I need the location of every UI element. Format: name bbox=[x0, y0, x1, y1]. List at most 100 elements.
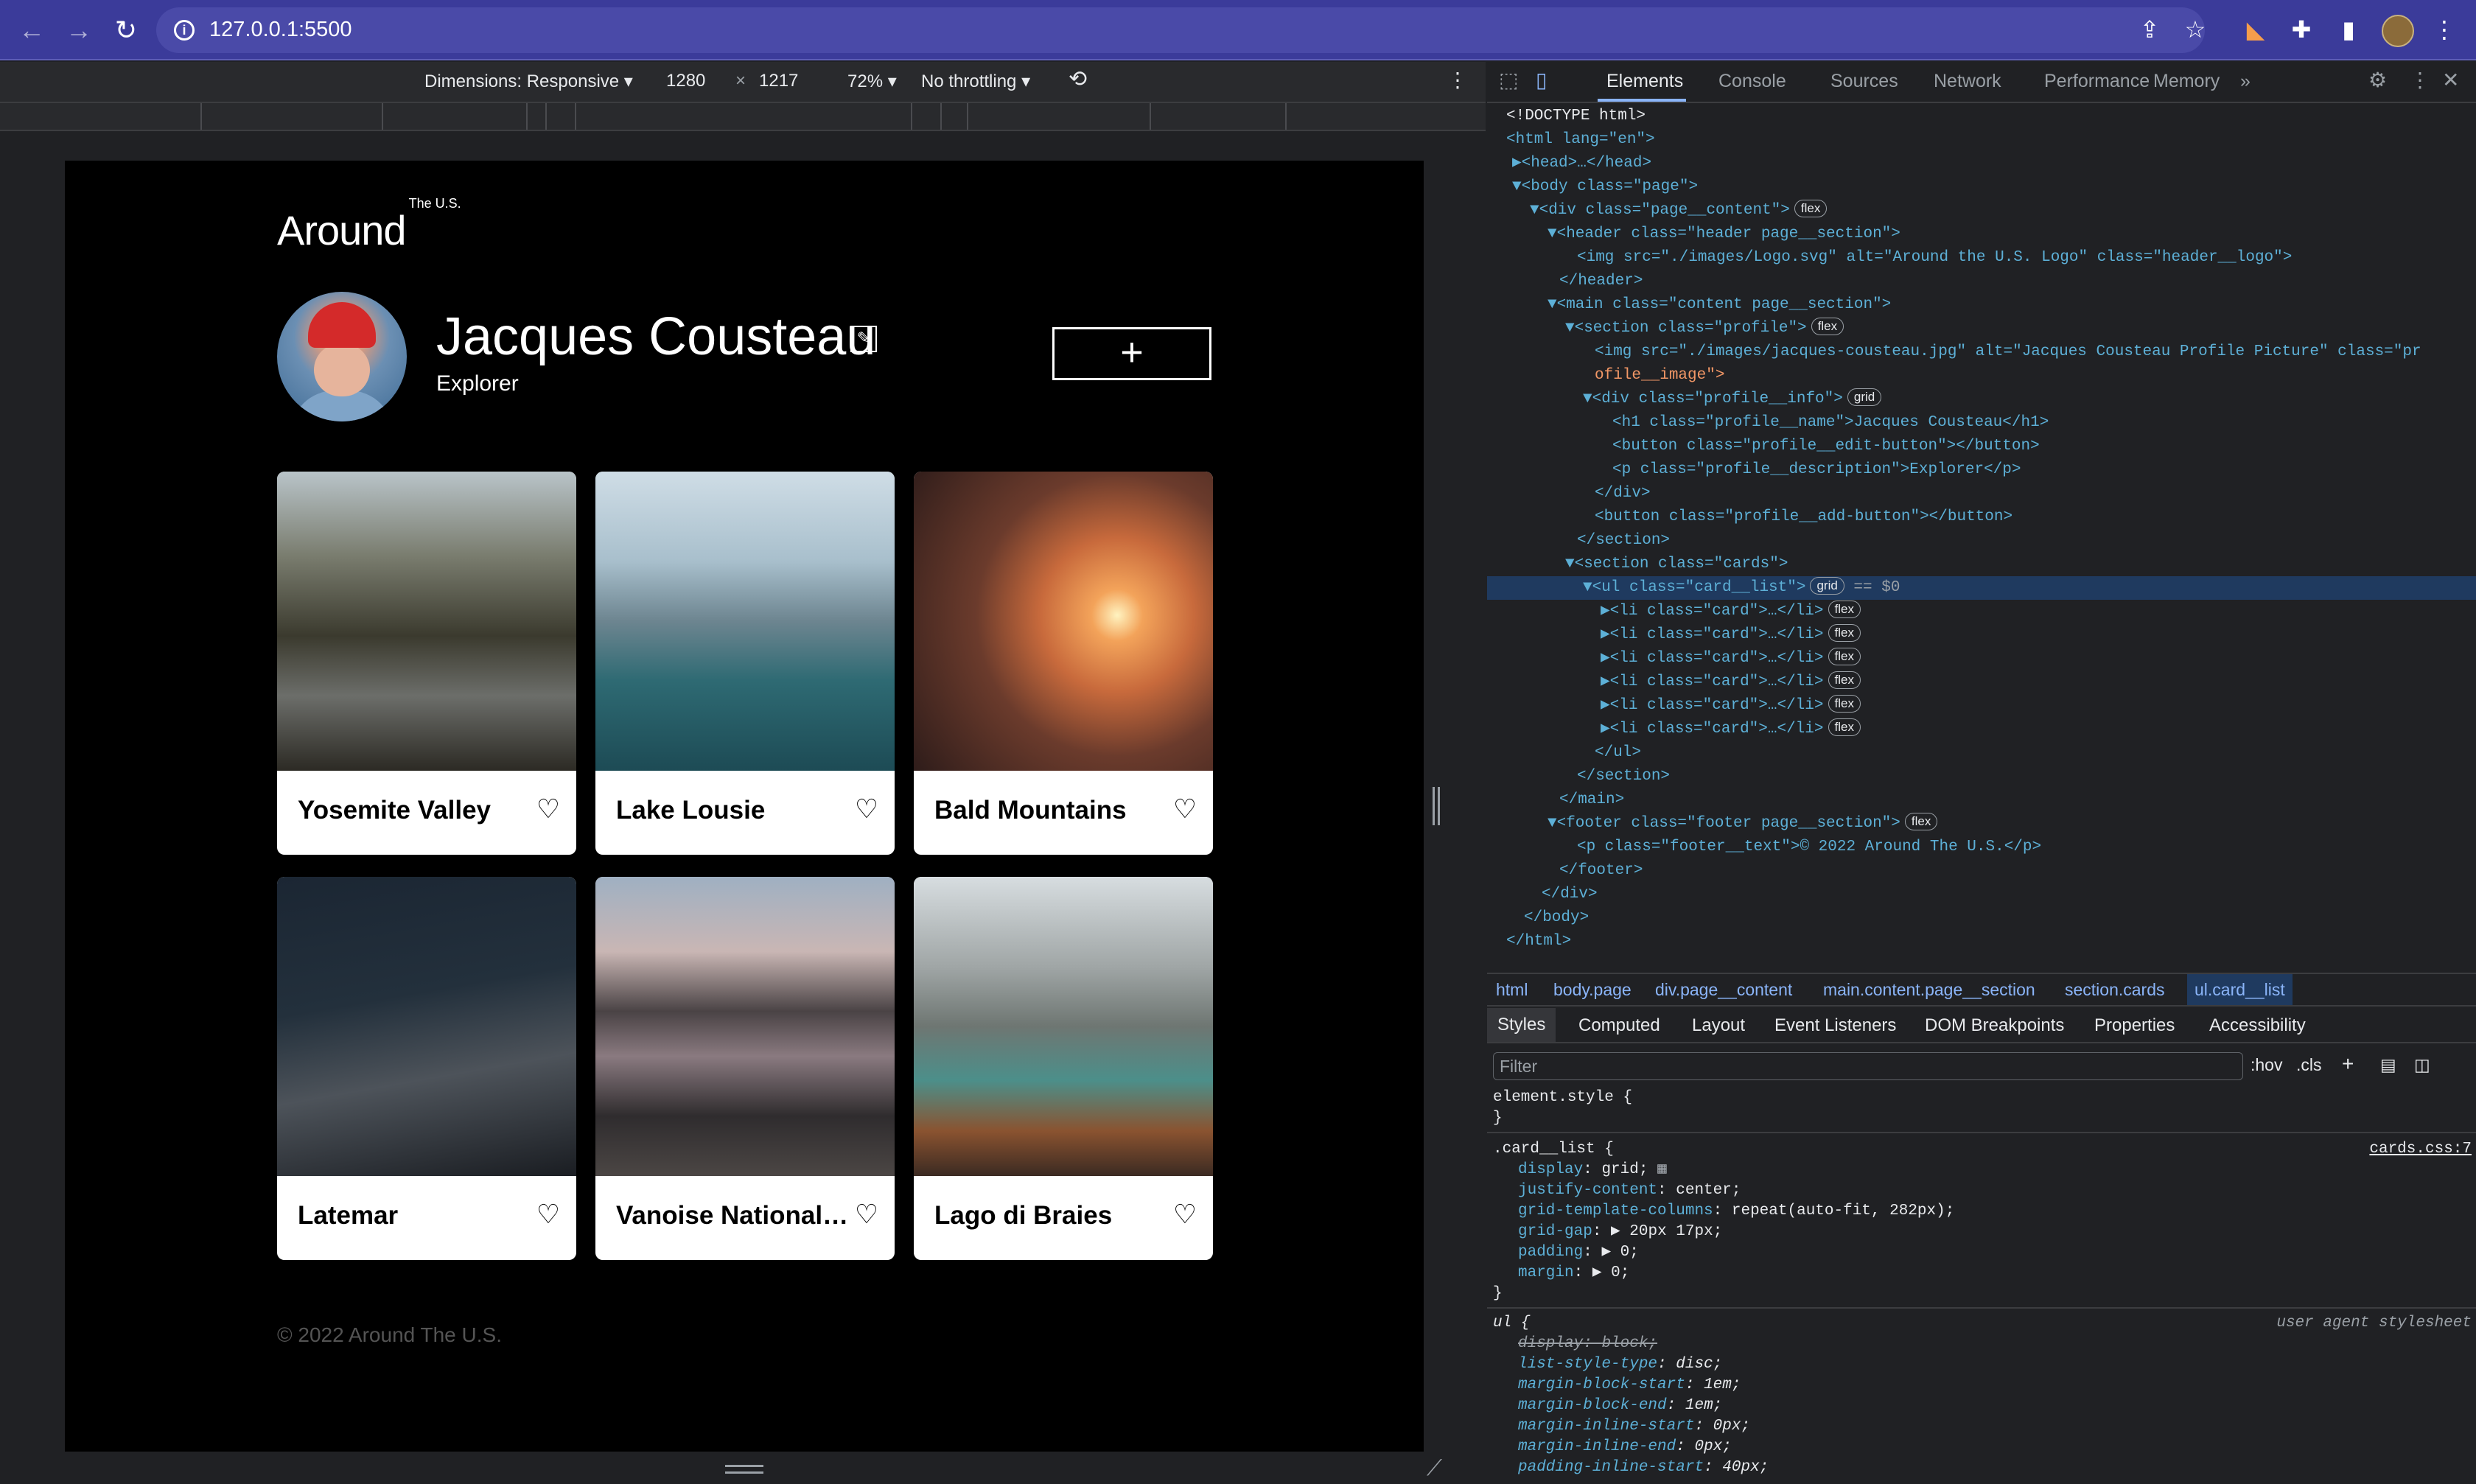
dom-node[interactable]: ▼<footer class="footer page__section"> fl… bbox=[1487, 812, 2476, 836]
more-menu-icon[interactable]: ⋮ bbox=[2429, 15, 2460, 44]
css-declaration[interactable]: grid-template-columns: repeat(auto-fit, … bbox=[1518, 1201, 1954, 1222]
rule-selector[interactable]: .card__list { bbox=[1493, 1139, 1614, 1160]
flex-badge[interactable]: flex bbox=[1828, 695, 1861, 713]
rule-source-link[interactable]: cards.css:7 bbox=[2369, 1139, 2472, 1160]
dom-node[interactable]: </section> bbox=[1487, 765, 2476, 788]
height-resize-handle[interactable] bbox=[725, 1465, 763, 1474]
grid-editor-icon[interactable]: ▦ bbox=[1657, 1161, 1667, 1178]
dom-node[interactable]: </div> bbox=[1487, 482, 2476, 505]
styles-filter-input[interactable]: Filter bbox=[1493, 1052, 2243, 1080]
dom-node[interactable]: </footer> bbox=[1487, 859, 2476, 883]
more-tabs-icon[interactable]: » bbox=[2240, 71, 2251, 92]
extensions-puzzle-icon[interactable]: ✚ bbox=[2286, 15, 2317, 44]
tab-properties[interactable]: Properties bbox=[2094, 1015, 2175, 1036]
card-image[interactable] bbox=[914, 472, 1213, 771]
breadcrumb-item[interactable]: main.content.page__section bbox=[1823, 980, 2035, 1000]
share-icon[interactable]: ⇪ bbox=[2134, 15, 2165, 44]
zoom-dropdown[interactable]: 72% ▾ bbox=[847, 71, 897, 92]
breadcrumb-item[interactable]: div.page__content bbox=[1655, 980, 1792, 1000]
dom-node[interactable]: ▼<section class="profile"> flex bbox=[1487, 317, 2476, 340]
dom-node[interactable]: <img src="./images/Logo.svg" alt="Around… bbox=[1487, 246, 2476, 270]
breadcrumb-item[interactable]: body.page bbox=[1553, 980, 1632, 1000]
heart-icon[interactable]: ♡ bbox=[852, 1200, 881, 1229]
css-declaration[interactable]: padding: ▶ 0; bbox=[1518, 1242, 1639, 1263]
dom-node[interactable]: ▶<li class="card">…</li> flex bbox=[1487, 623, 2476, 647]
dom-node[interactable]: </body> bbox=[1487, 906, 2476, 930]
tab-layout[interactable]: Layout bbox=[1692, 1015, 1745, 1036]
viewport-height-input[interactable]: 1217 bbox=[759, 71, 798, 91]
css-declaration[interactable]: margin: ▶ 0; bbox=[1518, 1263, 1629, 1284]
dom-node[interactable]: <button class="profile__add-button"></bu… bbox=[1487, 505, 2476, 529]
throttling-dropdown[interactable]: No throttling ▾ bbox=[921, 71, 1030, 92]
dom-node[interactable]: ofile__image"> bbox=[1487, 364, 2476, 388]
dom-node[interactable]: ▼<div class="page__content"> flex bbox=[1487, 199, 2476, 223]
heart-icon[interactable]: ♡ bbox=[1170, 1200, 1200, 1229]
grid-badge[interactable]: grid bbox=[1810, 577, 1844, 595]
rotate-icon[interactable]: ⟲ bbox=[1069, 66, 1087, 92]
breadcrumb-item[interactable]: html bbox=[1496, 980, 1528, 1000]
corner-resize-icon[interactable]: ⟋ bbox=[1427, 1456, 1442, 1481]
settings-gear-icon[interactable]: ⚙ bbox=[2368, 68, 2387, 92]
css-declaration[interactable]: display: grid; ▦ bbox=[1518, 1160, 1667, 1180]
close-devtools-icon[interactable]: ✕ bbox=[2442, 68, 2459, 92]
new-rule-icon[interactable]: + bbox=[2342, 1052, 2354, 1076]
tab-elements[interactable]: Elements bbox=[1606, 71, 1683, 92]
tab-styles[interactable]: Styles bbox=[1487, 1008, 1556, 1042]
dom-node[interactable]: ▶<li class="card">…</li> flex bbox=[1487, 671, 2476, 694]
grid-badge[interactable]: grid bbox=[1847, 388, 1882, 406]
width-resize-handle[interactable] bbox=[1433, 787, 1440, 825]
css-declaration[interactable]: justify-content: center; bbox=[1518, 1180, 1741, 1201]
dom-node[interactable]: </section> bbox=[1487, 529, 2476, 553]
breadcrumb-item-current[interactable]: ul.card__list bbox=[2187, 974, 2293, 1005]
css-declaration[interactable]: grid-gap: ▶ 20px 17px; bbox=[1518, 1222, 1722, 1242]
flex-badge[interactable]: flex bbox=[1828, 671, 1861, 689]
dom-node[interactable]: <h1 class="profile__name">Jacques Couste… bbox=[1487, 411, 2476, 435]
card-image[interactable] bbox=[595, 877, 895, 1176]
tab-network[interactable]: Network bbox=[1934, 71, 2001, 92]
device-toggle-icon[interactable]: ▯ bbox=[1536, 68, 1547, 92]
dom-node[interactable]: </html> bbox=[1487, 930, 2476, 953]
card-image[interactable] bbox=[914, 877, 1213, 1176]
dom-node[interactable]: </main> bbox=[1487, 788, 2476, 812]
inspect-element-icon[interactable]: ⬚ bbox=[1499, 68, 1518, 92]
cls-toggle[interactable]: .cls bbox=[2296, 1055, 2322, 1075]
dom-node[interactable]: ▶<li class="card">…</li> flex bbox=[1487, 600, 2476, 623]
dom-node[interactable]: </div> bbox=[1487, 883, 2476, 906]
tab-computed[interactable]: Computed bbox=[1578, 1015, 1660, 1036]
element-style-selector[interactable]: element.style { bbox=[1493, 1088, 1632, 1108]
tab-sources[interactable]: Sources bbox=[1830, 71, 1898, 92]
heart-icon[interactable]: ♡ bbox=[852, 794, 881, 824]
dom-node[interactable]: ▶<li class="card">…</li> flex bbox=[1487, 647, 2476, 671]
dom-node[interactable]: </ul> bbox=[1487, 741, 2476, 765]
flex-badge[interactable]: flex bbox=[1828, 718, 1861, 736]
viewport-width-input[interactable]: 1280 bbox=[666, 71, 705, 91]
side-panel-icon[interactable]: ▮ bbox=[2333, 15, 2364, 44]
dom-node-selected[interactable]: ▼<ul class="card__list"> grid == $0 bbox=[1487, 576, 2476, 600]
add-card-button[interactable]: + bbox=[1052, 327, 1211, 380]
back-icon[interactable]: ← bbox=[15, 13, 49, 47]
toggle-sidebar-icon[interactable]: ◫ bbox=[2414, 1055, 2430, 1075]
dom-node[interactable]: ▼<div class="profile__info"> grid bbox=[1487, 388, 2476, 411]
heart-icon[interactable]: ♡ bbox=[534, 1200, 563, 1229]
dom-node[interactable]: ▼<body class="page"> bbox=[1487, 175, 2476, 199]
flex-badge[interactable]: flex bbox=[1794, 200, 1828, 217]
media-query-ruler[interactable] bbox=[0, 103, 1486, 131]
dom-node[interactable]: </header> bbox=[1487, 270, 2476, 293]
dom-node[interactable]: <p class="footer__text">© 2022 Around Th… bbox=[1487, 836, 2476, 859]
paint-icon[interactable]: ▤ bbox=[2380, 1055, 2396, 1075]
dom-node[interactable]: <button class="profile__edit-button"></b… bbox=[1487, 435, 2476, 458]
flex-badge[interactable]: flex bbox=[1828, 601, 1861, 618]
flex-badge[interactable]: flex bbox=[1828, 624, 1861, 642]
tab-dom-breakpoints[interactable]: DOM Breakpoints bbox=[1925, 1015, 2064, 1036]
extension-icon[interactable]: ◣ bbox=[2240, 15, 2271, 44]
tab-console[interactable]: Console bbox=[1718, 71, 1786, 92]
dom-node[interactable]: <img src="./images/jacques-cousteau.jpg"… bbox=[1487, 340, 2476, 364]
device-more-icon[interactable]: ⋮ bbox=[1447, 68, 1468, 92]
flex-badge[interactable]: flex bbox=[1828, 648, 1861, 665]
forward-icon[interactable]: → bbox=[62, 13, 96, 47]
dom-node[interactable]: ▼<header class="header page__section"> bbox=[1487, 223, 2476, 246]
profile-avatar[interactable] bbox=[2382, 15, 2414, 47]
dom-node[interactable]: ▼<section class="cards"> bbox=[1487, 553, 2476, 576]
bookmark-star-icon[interactable]: ☆ bbox=[2180, 15, 2211, 44]
edit-profile-icon[interactable]: ✎ bbox=[850, 326, 877, 352]
